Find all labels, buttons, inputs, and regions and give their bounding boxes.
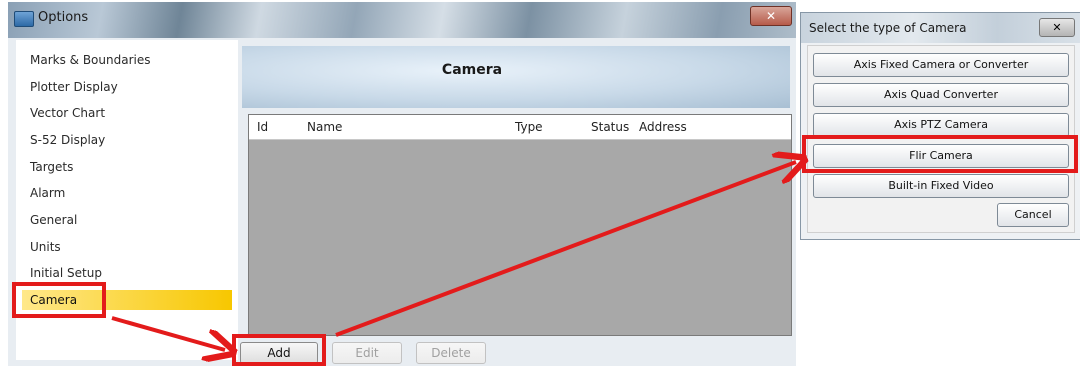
annotation-arrows — [111, 0, 1080, 366]
arrow-add-to-flir — [335, 162, 796, 337]
arrow-camera-to-add — [111, 316, 225, 350]
